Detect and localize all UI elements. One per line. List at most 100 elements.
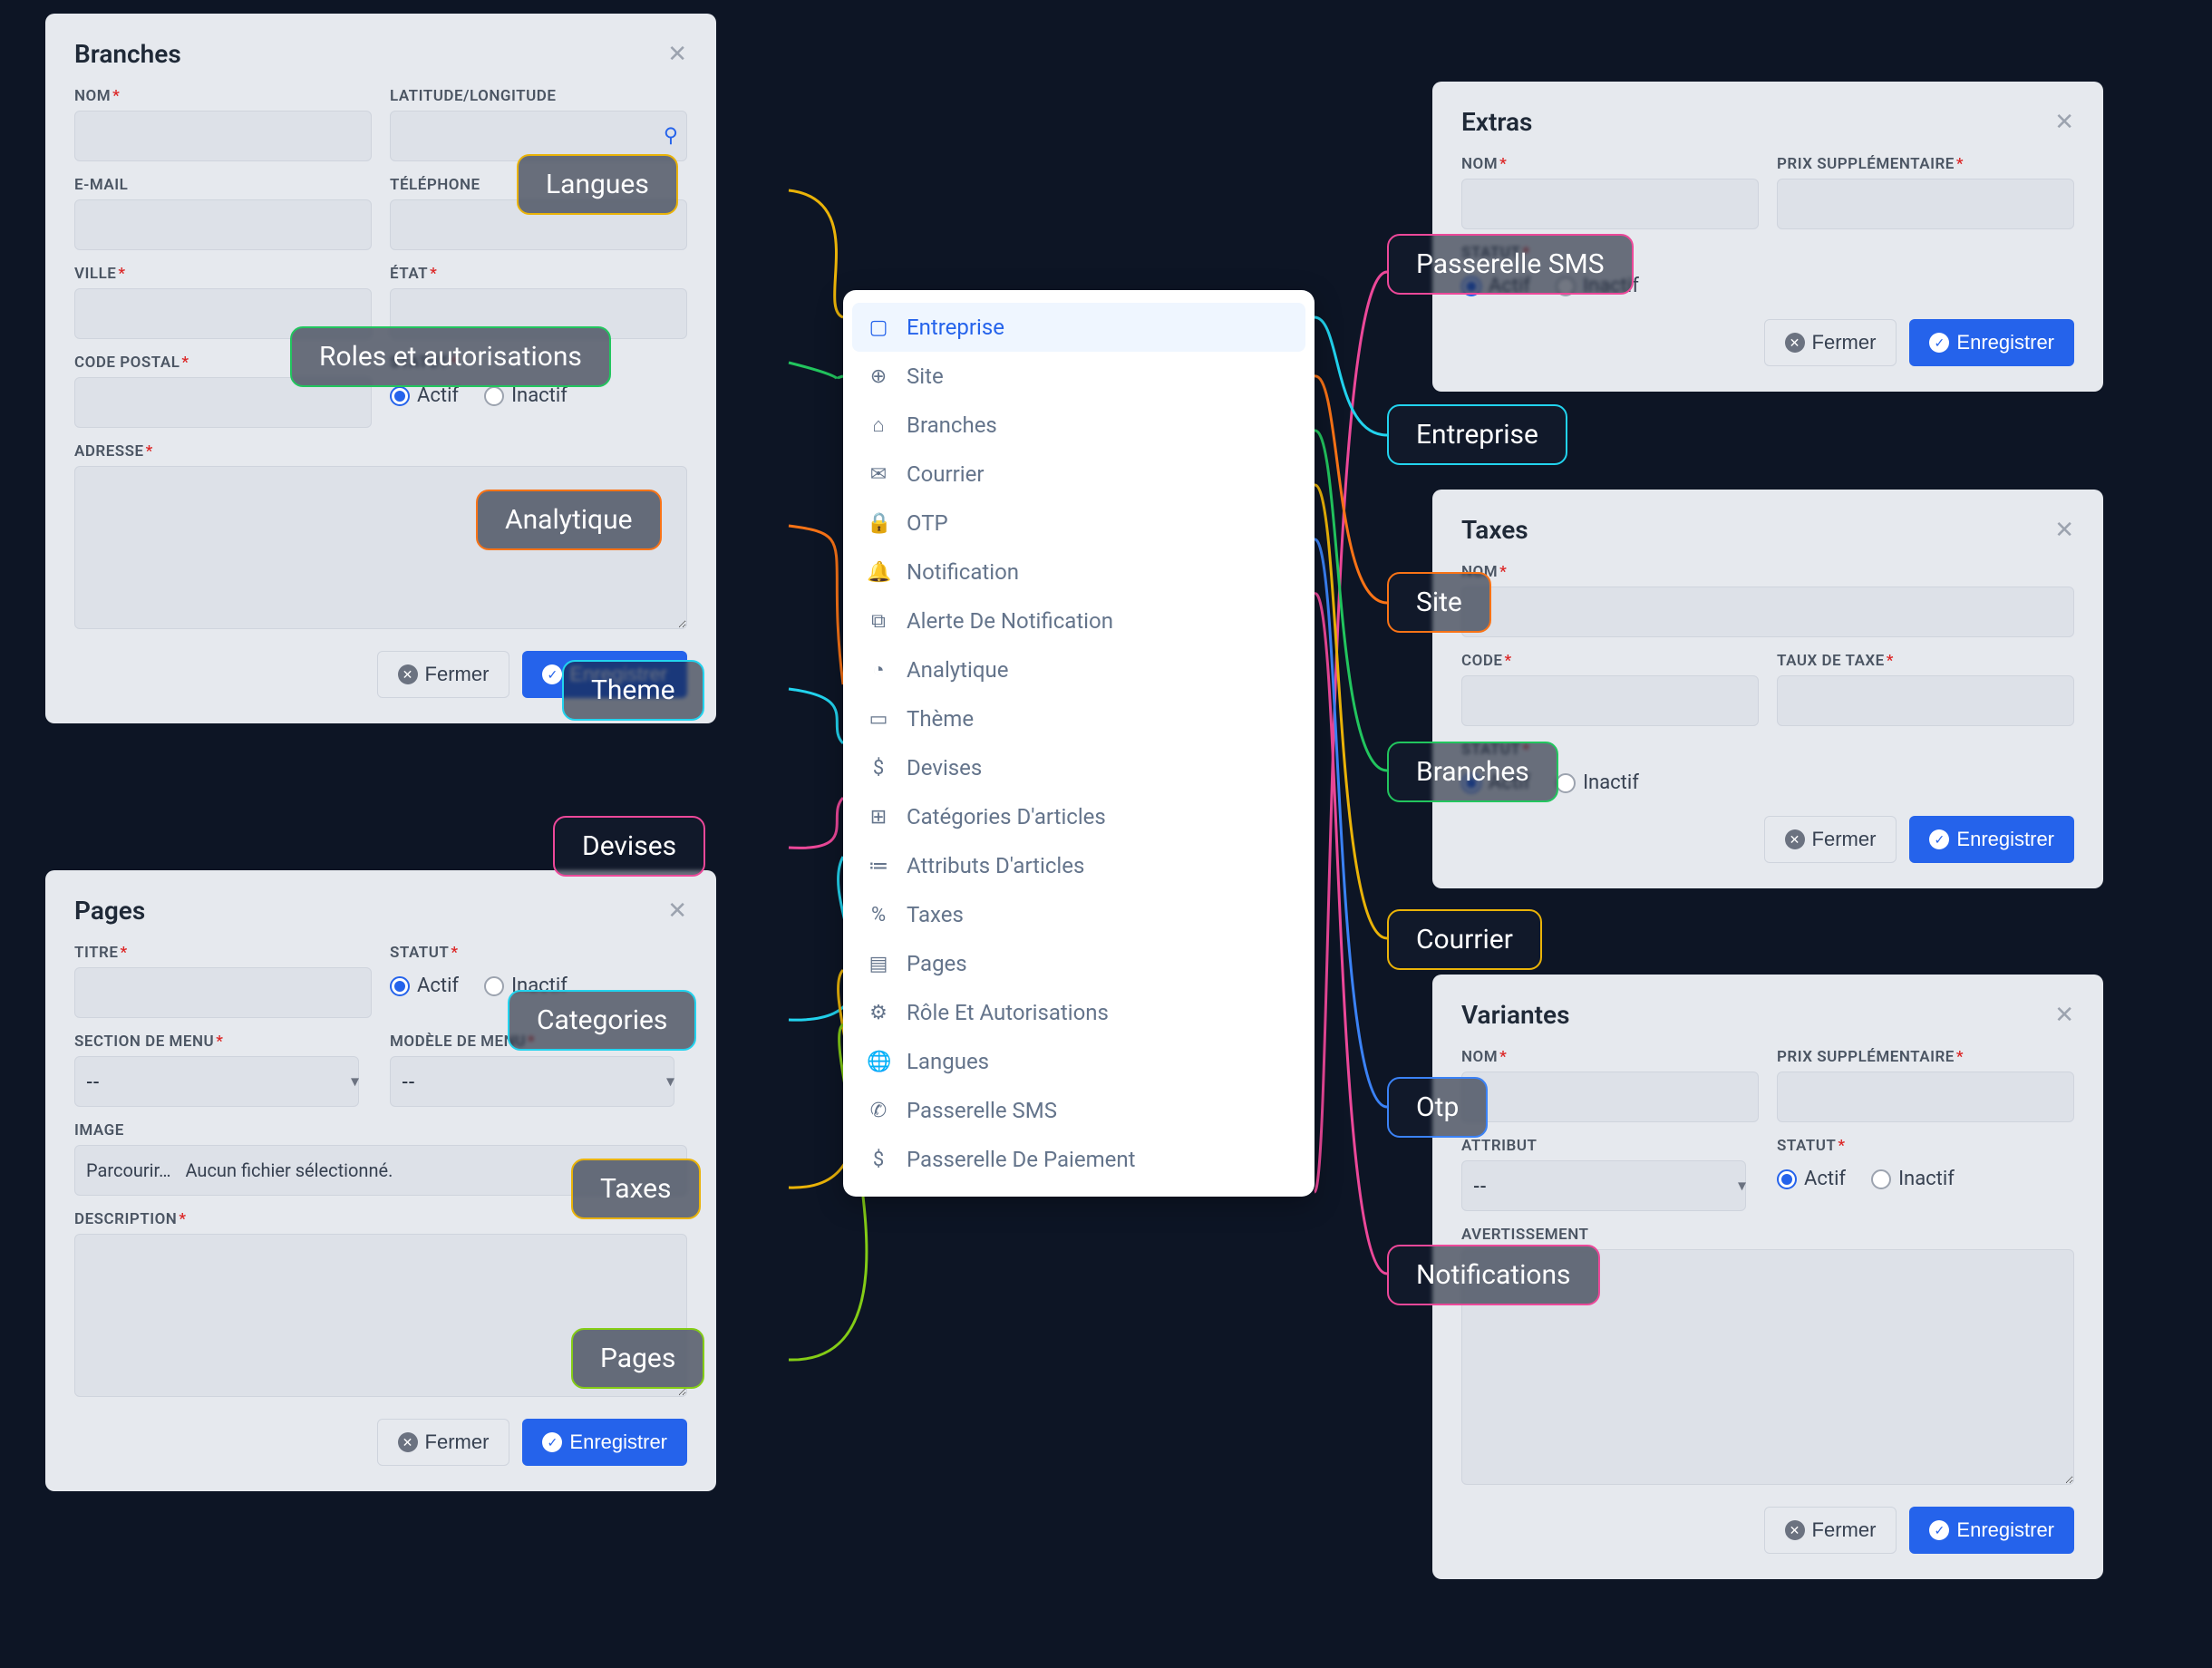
- tag-notifications[interactable]: Notifications: [1387, 1245, 1600, 1305]
- label-nom: NOM*: [1461, 155, 1759, 173]
- globe-icon: ⊕: [867, 365, 890, 388]
- check-circle-icon: ✓: [1929, 1520, 1949, 1540]
- menu-devises[interactable]: $Devises: [843, 743, 1315, 792]
- x-circle-icon: ✕: [1785, 1520, 1805, 1540]
- menu-notification[interactable]: 🔔Notification: [843, 548, 1315, 596]
- menu-langues[interactable]: 🌐Langues: [843, 1037, 1315, 1086]
- label-email: E-MAIL: [74, 176, 372, 194]
- menu-site[interactable]: ⊕Site: [843, 352, 1315, 401]
- tag-pages[interactable]: Pages: [571, 1328, 704, 1389]
- menu-alerte[interactable]: ⧉Alerte De Notification: [843, 596, 1315, 645]
- save-button[interactable]: ✓Enregistrer: [1909, 319, 2074, 366]
- tag-site[interactable]: Site: [1387, 572, 1491, 633]
- close-button[interactable]: ✕Fermer: [377, 1419, 510, 1466]
- x-circle-icon: ✕: [398, 664, 418, 684]
- tag-devises[interactable]: Devises: [553, 816, 705, 877]
- close-button[interactable]: ✕Fermer: [377, 651, 510, 698]
- save-button[interactable]: ✓Enregistrer: [1909, 816, 2074, 863]
- variantes-prix-input[interactable]: [1777, 1072, 2074, 1122]
- menu-analytique[interactable]: ◔Analytique: [843, 645, 1315, 694]
- variantes-title: Variantes: [1461, 1000, 1570, 1030]
- pages-modele-menu-select[interactable]: [390, 1056, 674, 1107]
- menu-categories[interactable]: ⊞Catégories D'articles: [843, 792, 1315, 841]
- label-nom: NOM*: [1461, 1048, 1759, 1066]
- close-icon[interactable]: ✕: [2054, 1002, 2074, 1029]
- radio-inactif[interactable]: Inactif: [1556, 771, 1639, 794]
- close-icon[interactable]: ✕: [2054, 517, 2074, 544]
- extras-nom-input[interactable]: [1461, 179, 1759, 229]
- tag-roles[interactable]: Roles et autorisations: [290, 326, 611, 387]
- menu-taxes[interactable]: %Taxes: [843, 890, 1315, 939]
- tag-langues[interactable]: Langues: [517, 154, 678, 215]
- tag-analytique[interactable]: Analytique: [476, 490, 662, 550]
- extras-prix-input[interactable]: [1777, 179, 2074, 229]
- taxes-code-input[interactable]: [1461, 675, 1759, 726]
- branches-email-input[interactable]: [74, 199, 372, 250]
- menu-pages[interactable]: ▤Pages: [843, 939, 1315, 988]
- menu-branches[interactable]: ⌂Branches: [843, 401, 1315, 450]
- map-pin-icon[interactable]: ⚲: [664, 125, 678, 148]
- phone-icon: ✆: [867, 1100, 890, 1122]
- tag-passerelle-sms[interactable]: Passerelle SMS: [1387, 234, 1634, 295]
- tag-categories[interactable]: Categories: [508, 990, 696, 1051]
- label-prix-supp: PRIX SUPPLÉMENTAIRE*: [1777, 155, 2074, 173]
- label-image: IMAGE: [74, 1121, 687, 1139]
- tag-entreprise[interactable]: Entreprise: [1387, 404, 1567, 465]
- label-attribut: ATTRIBUT: [1461, 1137, 1759, 1155]
- label-ville: VILLE*: [74, 265, 372, 283]
- radio-actif[interactable]: Actif: [1777, 1168, 1846, 1190]
- x-circle-icon: ✕: [1785, 829, 1805, 849]
- list-icon: ≔: [867, 855, 890, 878]
- radio-actif[interactable]: Actif: [390, 975, 459, 997]
- save-button[interactable]: ✓Enregistrer: [522, 1419, 687, 1466]
- taxes-nom-input[interactable]: [1461, 587, 2074, 637]
- x-circle-icon: ✕: [398, 1432, 418, 1452]
- label-taux: TAUX DE TAXE*: [1777, 652, 2074, 670]
- tag-branches[interactable]: Branches: [1387, 742, 1558, 802]
- branches-title: Branches: [74, 39, 181, 69]
- label-section-menu: SECTION DE MENU*: [74, 1033, 372, 1051]
- menu-otp[interactable]: 🔒OTP: [843, 499, 1315, 548]
- close-button[interactable]: ✕Fermer: [1764, 319, 1897, 366]
- menu-passerelle-paiement[interactable]: $Passerelle De Paiement: [843, 1135, 1315, 1184]
- close-button[interactable]: ✕Fermer: [1764, 816, 1897, 863]
- label-etat: ÉTAT*: [390, 265, 687, 283]
- branches-nom-input[interactable]: [74, 111, 372, 161]
- close-icon[interactable]: ✕: [667, 41, 687, 68]
- menu-passerelle-sms[interactable]: ✆Passerelle SMS: [843, 1086, 1315, 1135]
- menu-roles[interactable]: ⚙Rôle Et Autorisations: [843, 988, 1315, 1037]
- check-circle-icon: ✓: [542, 1432, 562, 1452]
- close-icon[interactable]: ✕: [2054, 109, 2074, 136]
- label-statut: STATUT*: [1777, 1137, 2074, 1155]
- tag-courrier[interactable]: Courrier: [1387, 909, 1542, 970]
- close-button[interactable]: ✕Fermer: [1764, 1507, 1897, 1554]
- save-button[interactable]: ✓Enregistrer: [1909, 1507, 2074, 1554]
- mail-icon: ✉: [867, 463, 890, 486]
- branches-status-radios: Actif Inactif: [390, 384, 687, 407]
- close-icon[interactable]: ✕: [667, 897, 687, 925]
- pages-titre-input[interactable]: [74, 967, 372, 1018]
- menu-attributs[interactable]: ≔Attributs D'articles: [843, 841, 1315, 890]
- radio-inactif[interactable]: Inactif: [484, 384, 568, 407]
- menu-courrier[interactable]: ✉Courrier: [843, 450, 1315, 499]
- menu-theme[interactable]: ▭Thème: [843, 694, 1315, 743]
- radio-actif[interactable]: Actif: [390, 384, 459, 407]
- extras-title: Extras: [1461, 107, 1532, 137]
- label-nom: NOM*: [1461, 563, 2074, 581]
- radio-inactif[interactable]: Inactif: [1871, 1168, 1955, 1190]
- pages-section-menu-select[interactable]: [74, 1056, 359, 1107]
- settings-menu: ▢Entreprise ⊕Site ⌂Branches ✉Courrier 🔒O…: [843, 290, 1315, 1197]
- variantes-attribut-select[interactable]: [1461, 1160, 1746, 1211]
- file-none-text: Aucun fichier sélectionné.: [185, 1159, 393, 1181]
- label-avertissement: AVERTISSEMENT: [1461, 1226, 2074, 1244]
- tag-theme[interactable]: Theme: [562, 660, 704, 721]
- pay-icon: $: [867, 1149, 890, 1171]
- file-browse-button[interactable]: Parcourir…: [86, 1159, 170, 1181]
- taxes-taux-input[interactable]: [1777, 675, 2074, 726]
- variantes-nom-input[interactable]: [1461, 1072, 1759, 1122]
- tag-taxes[interactable]: Taxes: [571, 1159, 701, 1219]
- chart-icon: ◔: [867, 658, 890, 682]
- menu-entreprise[interactable]: ▢Entreprise: [852, 303, 1305, 352]
- tag-otp[interactable]: Otp: [1387, 1077, 1488, 1138]
- bell-icon: 🔔: [867, 561, 890, 584]
